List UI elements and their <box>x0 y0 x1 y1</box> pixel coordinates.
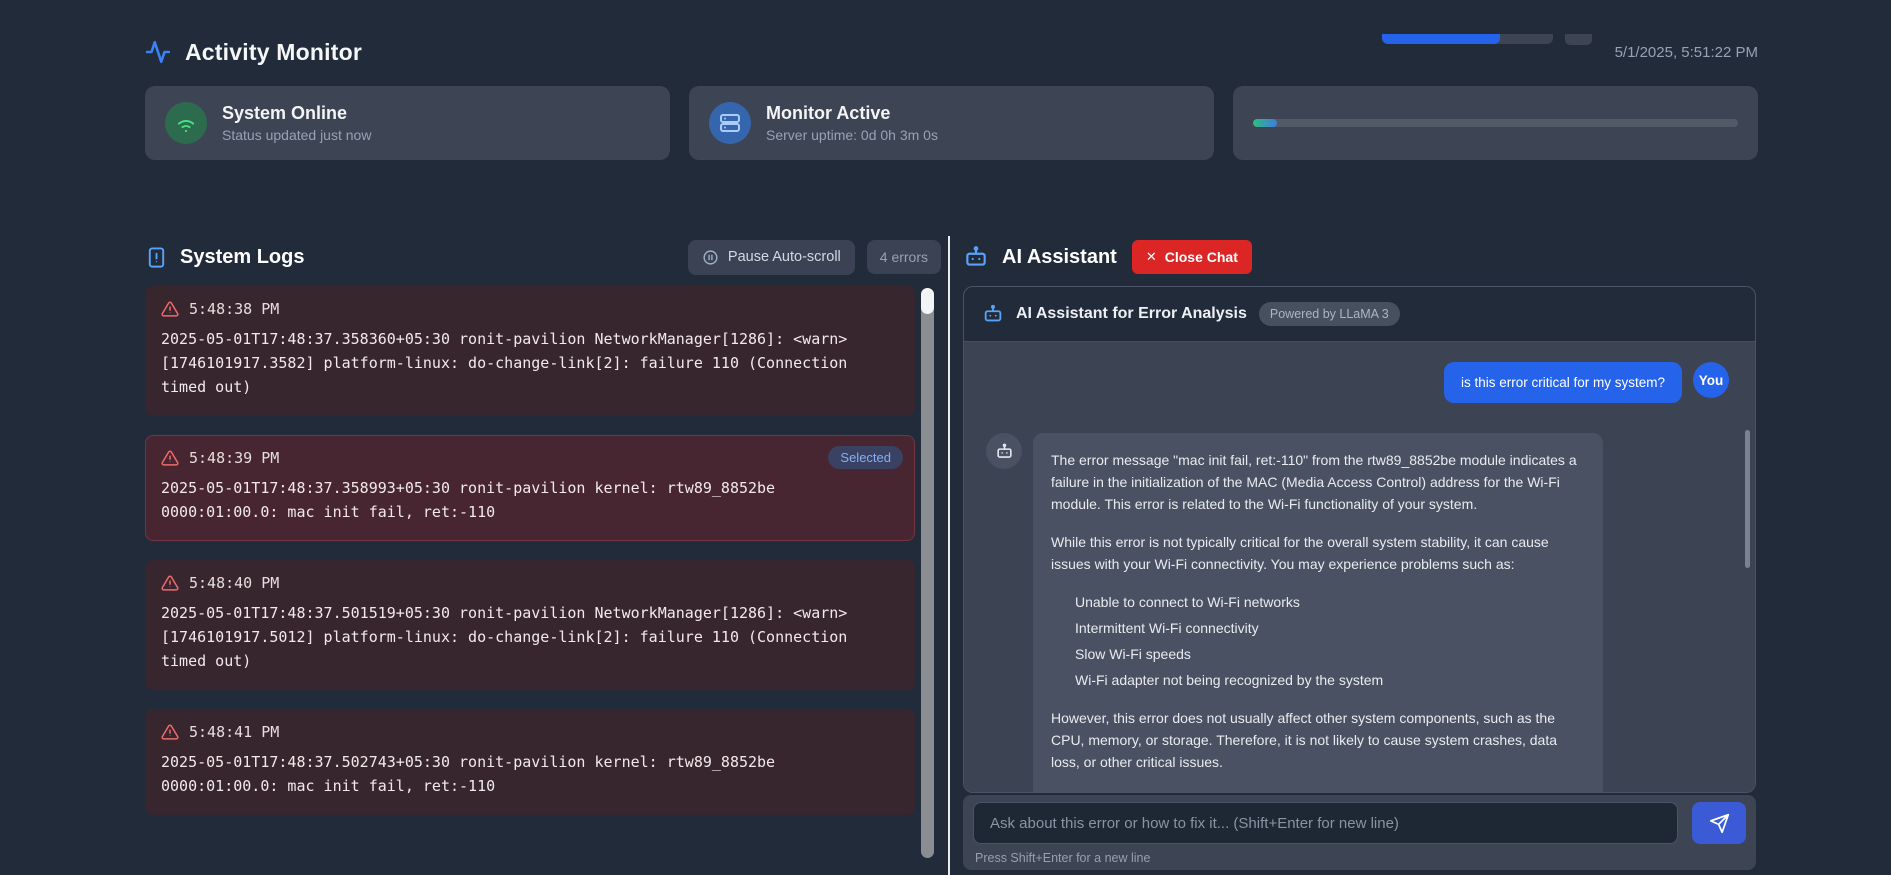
activity-monitor-page: Activity Monitor 5/1/2025, 5:51:22 PM Sy… <box>0 34 1891 875</box>
bot-bullet: Wi-Fi adapter not being recognized by th… <box>1075 672 1384 688</box>
main-area: System Logs Pause Auto-scroll 4 errors 5… <box>145 236 1758 875</box>
uptime-progress-fill <box>1253 119 1278 127</box>
status-card-title: Monitor Active <box>766 103 891 123</box>
chat-input-bar: Press Shift+Enter for a new line <box>963 795 1756 870</box>
log-time: 5:48:40 PM <box>189 574 280 592</box>
status-card-subtitle: Status updated just now <box>222 127 372 143</box>
ai-header: AI Assistant ✕ Close Chat <box>963 236 1756 278</box>
system-logs-panel: System Logs Pause Auto-scroll 4 errors 5… <box>145 236 941 875</box>
send-plane-icon <box>1709 813 1730 834</box>
log-list: 5:48:38 PM 2025-05-01T17:48:37.358360+05… <box>145 286 915 815</box>
log-message: 2025-05-01T17:48:37.502743+05:30 ronit-p… <box>161 753 776 795</box>
page-title: Activity Monitor <box>185 38 362 65</box>
logs-header: System Logs Pause Auto-scroll 4 errors <box>145 236 941 278</box>
wifi-icon <box>165 102 207 144</box>
status-card-monitor-active: Monitor Active Server uptime: 0d 0h 3m 0… <box>689 86 1214 160</box>
user-avatar: You <box>1693 362 1729 398</box>
log-message: 2025-05-01T17:48:37.358993+05:30 ronit-p… <box>161 479 776 521</box>
user-message-row: is this error critical for my system? Yo… <box>986 362 1729 403</box>
bot-avatar <box>986 433 1022 469</box>
logs-scrollbar-thumb[interactable] <box>921 288 934 314</box>
input-hint: Press Shift+Enter for a new line <box>975 851 1151 865</box>
panel-divider <box>948 236 950 875</box>
user-message-bubble: is this error critical for my system? <box>1443 362 1682 403</box>
logs-scrollbar-track[interactable] <box>921 288 934 858</box>
chat-messages: is this error critical for my system? Yo… <box>964 342 1755 792</box>
bot-paragraph: However, this error does not usually aff… <box>1051 710 1558 770</box>
chat-scrollbar-thumb[interactable] <box>1745 430 1750 568</box>
server-icon <box>709 102 751 144</box>
current-timestamp: 5/1/2025, 5:51:22 PM <box>1614 43 1758 61</box>
warning-triangle-icon <box>161 449 179 467</box>
ai-assistant-panel: AI Assistant ✕ Close Chat AI Assistant f… <box>963 236 1756 875</box>
log-message: 2025-05-01T17:48:37.501519+05:30 ronit-p… <box>161 604 848 670</box>
log-entry[interactable]: 5:48:41 PM 2025-05-01T17:48:37.502743+05… <box>145 709 915 815</box>
selected-badge: Selected <box>828 446 903 469</box>
ai-title: AI Assistant <box>1002 245 1117 268</box>
bot-bullet-list: Unable to connect to Wi-Fi networks Inte… <box>1051 591 1585 691</box>
log-message: 2025-05-01T17:48:37.358360+05:30 ronit-p… <box>161 330 848 396</box>
close-chat-label: Close Chat <box>1164 249 1238 265</box>
status-card-uptime-progress <box>1233 86 1758 160</box>
bot-message-bubble: The error message "mac init fail, ret:-1… <box>1033 433 1603 792</box>
uptime-progress-track <box>1253 119 1738 127</box>
bot-bullet: Intermittent Wi-Fi connectivity <box>1075 620 1259 636</box>
robot-icon <box>982 303 1004 325</box>
status-card-system-online: System Online Status updated just now <box>145 86 670 160</box>
chat-card: AI Assistant for Error Analysis Powered … <box>963 286 1756 793</box>
bot-paragraph: While this error is not typically critic… <box>1051 534 1549 572</box>
log-entry-selected[interactable]: 5:48:39 PM Selected 2025-05-01T17:48:37.… <box>145 435 915 541</box>
warning-triangle-icon <box>161 300 179 318</box>
logs-title: System Logs <box>180 245 305 268</box>
log-time: 5:48:41 PM <box>189 723 280 741</box>
status-card-subtitle: Server uptime: 0d 0h 3m 0s <box>766 127 938 143</box>
log-time: 5:48:38 PM <box>189 300 280 318</box>
bot-message-row: The error message "mac init fail, ret:-1… <box>986 433 1729 792</box>
chat-input[interactable] <box>973 802 1678 844</box>
chat-card-title: AI Assistant for Error Analysis <box>1016 305 1247 322</box>
log-entry[interactable]: 5:48:40 PM 2025-05-01T17:48:37.501519+05… <box>145 560 915 690</box>
log-file-alert-icon <box>145 246 168 269</box>
bot-paragraph: The error message "mac init fail, ret:-1… <box>1051 452 1577 512</box>
error-count-badge: 4 errors <box>866 240 941 274</box>
close-icon: ✕ <box>1145 249 1157 264</box>
pause-autoscroll-label: Pause Auto-scroll <box>727 249 841 265</box>
send-button[interactable] <box>1692 802 1746 844</box>
log-entry[interactable]: 5:48:38 PM 2025-05-01T17:48:37.358360+05… <box>145 286 915 416</box>
log-time: 5:48:39 PM <box>189 449 280 467</box>
top-button-partial[interactable] <box>1565 34 1592 45</box>
chat-card-header: AI Assistant for Error Analysis Powered … <box>964 287 1755 342</box>
pause-autoscroll-button[interactable]: Pause Auto-scroll <box>687 239 855 275</box>
bot-bullet: Slow Wi-Fi speeds <box>1075 646 1191 662</box>
status-cards-row: System Online Status updated just now Mo… <box>145 86 1758 160</box>
powered-by-badge: Powered by LLaMA 3 <box>1258 302 1400 326</box>
top-progress-partial <box>1382 34 1553 44</box>
top-progress-fill <box>1382 34 1500 44</box>
warning-triangle-icon <box>161 723 179 741</box>
activity-icon <box>145 39 171 65</box>
warning-triangle-icon <box>161 574 179 592</box>
robot-icon <box>963 244 989 270</box>
status-card-title: System Online <box>222 103 348 123</box>
bot-bullet: Unable to connect to Wi-Fi networks <box>1075 594 1300 610</box>
robot-icon <box>995 442 1014 461</box>
pause-circle-icon <box>702 249 719 266</box>
close-chat-button[interactable]: ✕ Close Chat <box>1131 240 1252 274</box>
